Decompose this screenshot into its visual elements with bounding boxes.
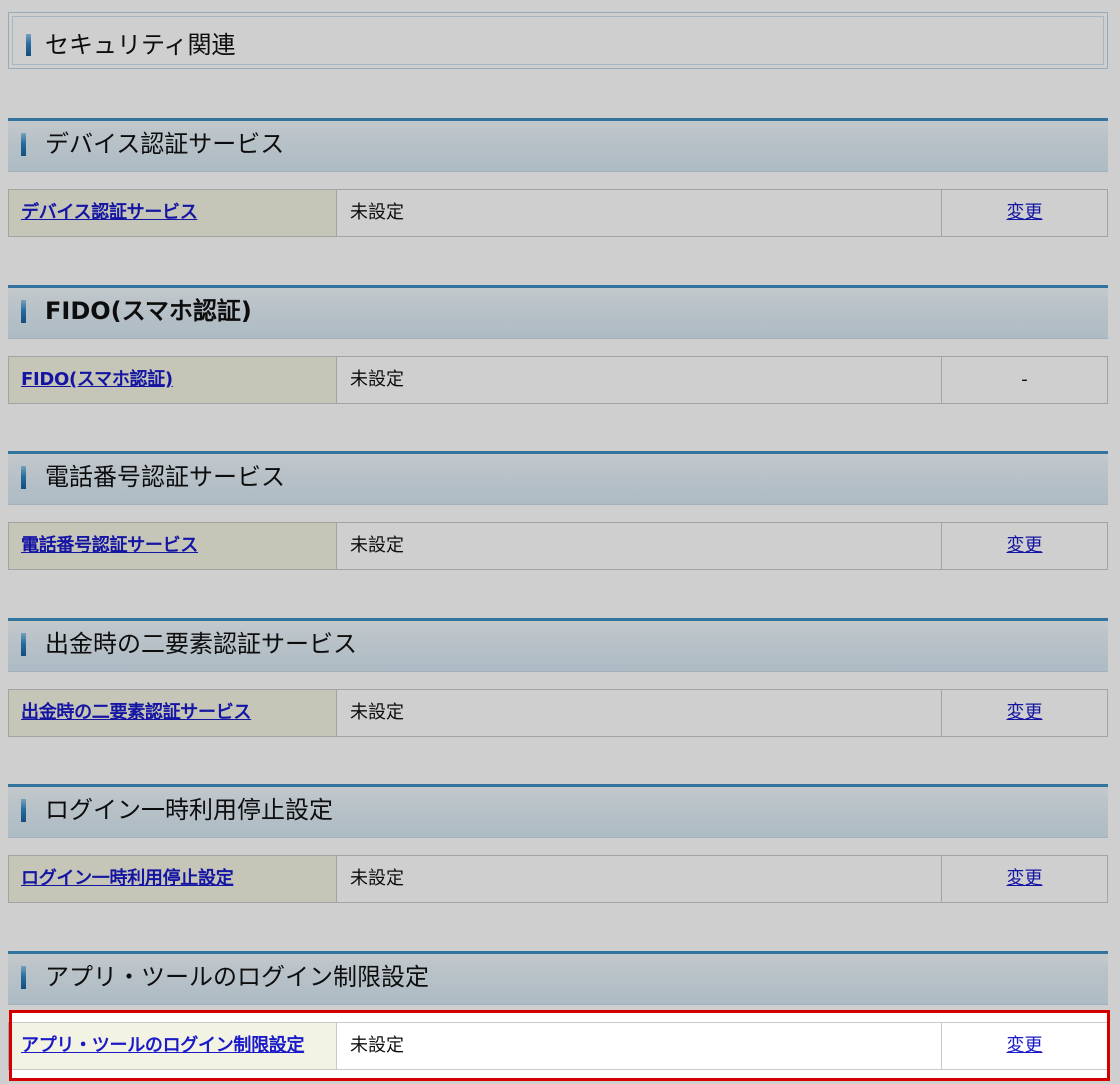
setting-status: 未設定 xyxy=(350,202,404,223)
setting-name-link[interactable]: デバイス認証サービス xyxy=(21,203,198,223)
section-header: FIDO(スマホ認証) xyxy=(8,285,1108,339)
setting-action-cell: 変更 xyxy=(942,690,1107,736)
setting-value-cell: 未設定 xyxy=(337,690,942,736)
section-phone-auth: 電話番号認証サービス 電話番号認証サービス 未設定 変更 xyxy=(8,451,1108,570)
setting-row: 出金時の二要素認証サービス 未設定 変更 xyxy=(8,689,1108,737)
change-link[interactable]: 変更 xyxy=(1007,703,1043,723)
setting-status: 未設定 xyxy=(350,868,404,889)
change-link[interactable]: 変更 xyxy=(1007,203,1043,223)
setting-value-cell: 未設定 xyxy=(337,190,942,236)
title-bar-icon xyxy=(26,34,31,56)
setting-value-cell: 未設定 xyxy=(337,357,942,403)
setting-value-cell: 未設定 xyxy=(337,523,942,569)
change-link[interactable]: 変更 xyxy=(1007,869,1043,889)
section-title: ログイン一時利用停止設定 xyxy=(45,796,333,824)
change-link[interactable]: 変更 xyxy=(1007,536,1043,556)
setting-name-link[interactable]: ログイン一時利用停止設定 xyxy=(21,869,234,889)
section-login-suspend: ログイン一時利用停止設定 ログイン一時利用停止設定 未設定 変更 xyxy=(8,784,1108,903)
setting-name-link[interactable]: 電話番号認証サービス xyxy=(21,536,198,556)
section-bar-icon xyxy=(21,633,26,656)
section-title: FIDO(スマホ認証) xyxy=(45,297,252,325)
section-title: アプリ・ツールのログイン制限設定 xyxy=(45,963,429,991)
page-title: セキュリティ関連 xyxy=(45,31,236,59)
security-settings-page: セキュリティ関連 デバイス認証サービス デバイス認証サービス 未設定 変更 FI… xyxy=(0,0,1120,1084)
setting-label-cell: 電話番号認証サービス xyxy=(9,523,337,569)
setting-label-cell: ログイン一時利用停止設定 xyxy=(9,856,337,902)
section-title: デバイス認証サービス xyxy=(45,130,285,158)
section-bar-icon xyxy=(21,133,26,156)
setting-name-link[interactable]: FIDO(スマホ認証) xyxy=(21,370,173,390)
section-title: 出金時の二要素認証サービス xyxy=(45,630,357,658)
setting-row: ログイン一時利用停止設定 未設定 変更 xyxy=(8,855,1108,903)
setting-status: 未設定 xyxy=(350,702,404,723)
setting-status: 未設定 xyxy=(350,369,404,390)
setting-label-cell: デバイス認証サービス xyxy=(9,190,337,236)
section-bar-icon xyxy=(21,799,26,822)
setting-label-cell: FIDO(スマホ認証) xyxy=(9,357,337,403)
section-fido: FIDO(スマホ認証) FIDO(スマホ認証) 未設定 - xyxy=(8,285,1108,404)
section-header: ログイン一時利用停止設定 xyxy=(8,784,1108,838)
highlight-frame xyxy=(9,1010,1110,1081)
section-header: アプリ・ツールのログイン制限設定 xyxy=(8,951,1108,1005)
section-bar-icon xyxy=(21,300,26,323)
section-bar-icon xyxy=(21,466,26,489)
section-bar-icon xyxy=(21,966,26,989)
setting-status: 未設定 xyxy=(350,535,404,556)
section-header: 電話番号認証サービス xyxy=(8,451,1108,505)
setting-value-cell: 未設定 xyxy=(337,856,942,902)
setting-action-cell: 変更 xyxy=(942,856,1107,902)
page-title-box: セキュリティ関連 xyxy=(8,12,1108,69)
setting-name-link[interactable]: 出金時の二要素認証サービス xyxy=(21,703,251,723)
section-device-auth: デバイス認証サービス デバイス認証サービス 未設定 変更 xyxy=(8,118,1108,237)
section-title: 電話番号認証サービス xyxy=(45,463,285,491)
setting-action-cell: - xyxy=(942,357,1107,403)
page-title-frame: セキュリティ関連 xyxy=(12,16,1104,65)
setting-row: FIDO(スマホ認証) 未設定 - xyxy=(8,356,1108,404)
setting-action-cell: 変更 xyxy=(942,523,1107,569)
setting-action-cell: 変更 xyxy=(942,190,1107,236)
section-header: 出金時の二要素認証サービス xyxy=(8,618,1108,672)
setting-row: デバイス認証サービス 未設定 変更 xyxy=(8,189,1108,237)
section-withdrawal-2fa: 出金時の二要素認証サービス 出金時の二要素認証サービス 未設定 変更 xyxy=(8,618,1108,737)
setting-row: 電話番号認証サービス 未設定 変更 xyxy=(8,522,1108,570)
setting-label-cell: 出金時の二要素認証サービス xyxy=(9,690,337,736)
no-action-dash: - xyxy=(1021,369,1028,390)
section-header: デバイス認証サービス xyxy=(8,118,1108,172)
